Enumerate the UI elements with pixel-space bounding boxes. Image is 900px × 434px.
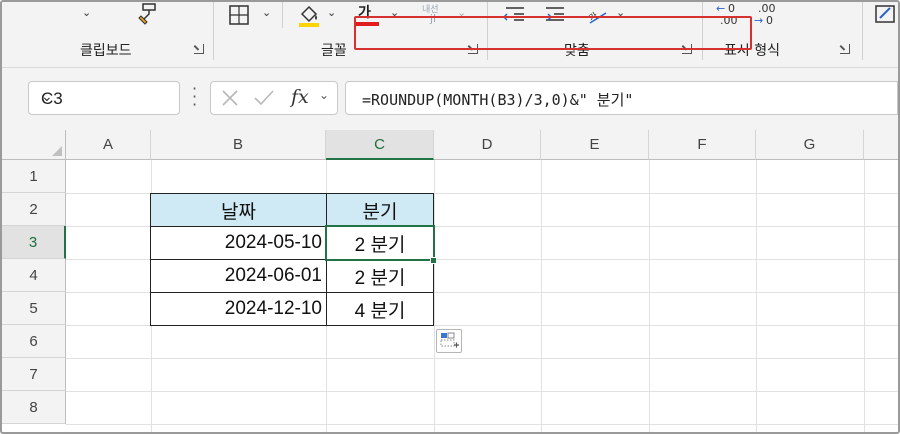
column-header-g[interactable]: G	[756, 130, 864, 160]
row-header-7[interactable]: 7	[2, 358, 66, 391]
row-header-5[interactable]: 5	[2, 292, 66, 325]
row-header-4[interactable]: 4	[2, 259, 66, 292]
gridline	[864, 160, 865, 432]
row-header-8[interactable]: 8	[2, 391, 66, 424]
column-header-a[interactable]: A	[66, 130, 151, 160]
row-header-2[interactable]: 2	[2, 193, 66, 226]
cell-b4[interactable]: 2024-06-01	[150, 259, 327, 293]
quick-analysis-button[interactable]	[436, 329, 462, 353]
name-box-dropdown-icon[interactable]: ⌄	[41, 88, 171, 105]
column-header-b[interactable]: B	[151, 130, 326, 160]
column-header-c[interactable]: C	[326, 130, 434, 160]
table-header-date[interactable]: 날짜	[150, 193, 327, 227]
font-group-label: 글꼴	[321, 43, 347, 59]
format-painter-icon[interactable]	[135, 2, 159, 26]
insert-function-icon[interactable]: fx	[291, 86, 309, 108]
row-header-3[interactable]: 3	[2, 226, 66, 259]
column-header-d[interactable]: D	[434, 130, 541, 160]
gridline	[66, 391, 898, 392]
gridline	[649, 160, 650, 432]
column-header-e[interactable]: E	[541, 130, 649, 160]
ribbon-divider	[862, 2, 863, 60]
decrease-decimal-icon[interactable]: .00 → 0	[754, 2, 782, 28]
worksheet-grid[interactable]: A B C D E F G 1 2 3 4 5 6 7 8 날짜 분기 2024…	[2, 130, 898, 432]
borders-icon[interactable]	[228, 4, 250, 26]
row-header-1[interactable]: 1	[2, 160, 66, 193]
decrease-decimal-arrow: →	[754, 14, 764, 27]
decrease-decimal-zero: 0	[766, 14, 773, 27]
more-options-icon[interactable]: · · ·	[192, 81, 197, 113]
formula-controls: fx ⌄	[210, 81, 338, 115]
number-dialog-launcher-icon[interactable]	[840, 44, 850, 54]
quick-analysis-icon	[440, 332, 459, 348]
table-header-quarter[interactable]: 분기	[326, 193, 434, 227]
paste-dropdown-icon[interactable]: ⌄	[82, 6, 91, 19]
active-cell-border	[325, 225, 435, 261]
name-box[interactable]: C3 ⌄	[28, 81, 180, 115]
gridline	[541, 160, 542, 432]
clipboard-group-label: 클립보드	[80, 43, 132, 59]
ribbon-divider	[213, 2, 214, 60]
cancel-icon[interactable]	[221, 89, 239, 107]
column-header-f[interactable]: F	[649, 130, 756, 160]
row-header-6[interactable]: 6	[2, 325, 66, 358]
conditional-format-icon[interactable]	[874, 4, 898, 26]
function-dropdown-icon[interactable]: ⌄	[319, 88, 329, 102]
gridline	[434, 160, 435, 432]
gridline	[66, 424, 898, 425]
fill-color-icon[interactable]	[296, 2, 322, 28]
fill-handle[interactable]	[430, 257, 437, 264]
cell-c4[interactable]: 2 분기	[326, 259, 434, 293]
select-all-button[interactable]	[2, 130, 66, 160]
ribbon-divider	[282, 2, 283, 28]
enter-check-icon[interactable]	[253, 89, 275, 107]
gridline	[756, 160, 757, 432]
column-header-h[interactable]	[864, 130, 898, 160]
borders-dropdown-icon[interactable]: ⌄	[262, 6, 271, 19]
cell-b5[interactable]: 2024-12-10	[150, 292, 327, 326]
fill-color-dropdown-icon[interactable]: ⌄	[327, 6, 336, 19]
gridline	[66, 358, 898, 359]
cell-c5[interactable]: 4 분기	[326, 292, 434, 326]
formula-highlight-box	[354, 16, 752, 50]
excel-window: ⌄ 클립보드 ⌄ ⌄ 가 ⌄ 글꼴 내선 jl ⌄ 가 ⌄ 맞춤 ← 0 .00…	[0, 0, 900, 434]
clipboard-dialog-launcher-icon[interactable]	[194, 44, 204, 54]
formula-input[interactable]: =ROUNDUP(MONTH(B3)/3,0)&" 분기"	[362, 89, 633, 110]
cell-b3[interactable]: 2024-05-10	[150, 226, 327, 260]
